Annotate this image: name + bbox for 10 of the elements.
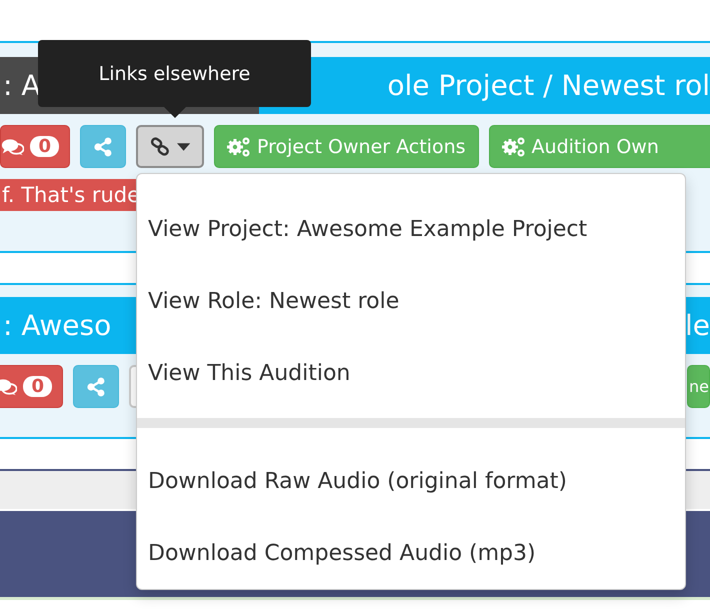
- comments-button[interactable]: 0: [0, 125, 70, 168]
- comments-button[interactable]: 0: [0, 365, 63, 408]
- menu-item[interactable]: View Role: Newest role: [137, 265, 685, 337]
- menu-item[interactable]: Download Compessed Audio (mp3): [137, 517, 685, 589]
- title-text: ole Project / Newest rol: [387, 68, 710, 104]
- title-text: : Aweso: [2, 308, 112, 344]
- tooltip: Links elsewhere: [38, 40, 311, 118]
- menu-item[interactable]: View This Audition: [137, 337, 685, 409]
- menu-item[interactable]: Download Raw Audio (original format): [137, 445, 685, 517]
- title-text: le: [684, 308, 710, 344]
